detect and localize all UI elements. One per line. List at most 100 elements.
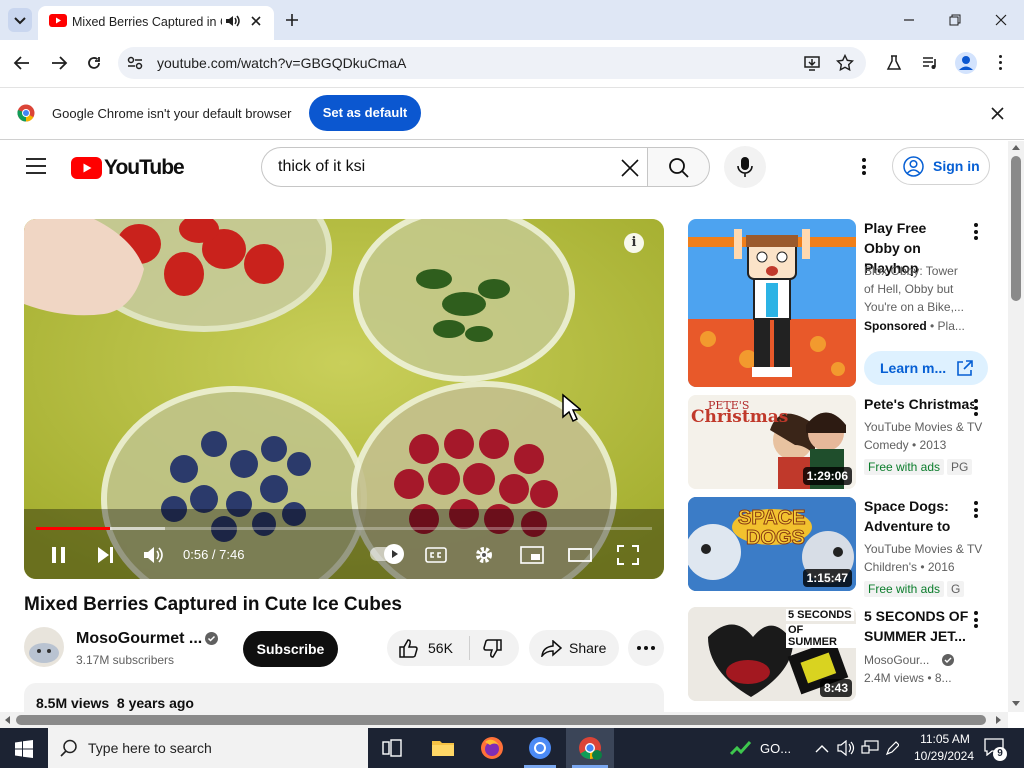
- set-as-default-button[interactable]: Set as default: [309, 95, 421, 131]
- clear-search-icon[interactable]: [620, 158, 640, 178]
- minimize-icon[interactable]: [902, 13, 916, 27]
- forward-icon[interactable]: [50, 55, 68, 71]
- taskbar-search-box[interactable]: Type here to search: [48, 728, 368, 768]
- url-text[interactable]: youtube.com/watch?v=GBGQDkuCmaA: [157, 55, 406, 71]
- rating-badge: PG: [947, 459, 973, 475]
- close-window-icon[interactable]: [994, 13, 1008, 27]
- clock-time[interactable]: 11:05 AM: [914, 732, 976, 746]
- learn-more-button[interactable]: Learn m...: [864, 351, 988, 385]
- chrome-profile-taskbar-button[interactable]: [566, 728, 614, 768]
- task-view-icon[interactable]: [382, 738, 402, 758]
- sidebar-item-title[interactable]: 5 SECONDS OF SUMMER JET...: [864, 606, 970, 646]
- notification-center-button[interactable]: 9: [984, 738, 1007, 761]
- reload-icon[interactable]: [86, 55, 102, 71]
- file-explorer-icon[interactable]: [431, 738, 455, 758]
- youtube-logo[interactable]: YouTube: [71, 156, 185, 180]
- vertical-scrollbar[interactable]: [1008, 141, 1024, 712]
- thumbnail-title-line2: DOGS: [746, 527, 806, 550]
- sign-in-label: Sign in: [933, 158, 980, 174]
- scroll-right-icon[interactable]: [996, 716, 1002, 724]
- pen-icon[interactable]: [885, 740, 899, 756]
- free-with-ads-badge: Free with ads: [864, 459, 945, 475]
- pause-icon[interactable]: [50, 545, 68, 565]
- subscribe-button[interactable]: Subscribe: [243, 631, 338, 667]
- notification-count: 9: [993, 747, 1007, 761]
- sign-in-button[interactable]: Sign in: [892, 147, 990, 185]
- chrome-menu-icon[interactable]: [999, 55, 1003, 70]
- search-icon: [60, 739, 77, 757]
- sidebar-item-menu-icon[interactable]: [974, 501, 978, 521]
- external-link-icon: [957, 360, 973, 376]
- sidebar-item-menu-icon[interactable]: [974, 611, 978, 631]
- new-tab-icon[interactable]: [284, 12, 300, 28]
- search-button[interactable]: [647, 147, 710, 187]
- voice-search-button[interactable]: [724, 146, 766, 188]
- show-hidden-icons-icon[interactable]: [815, 742, 829, 754]
- sidebar-item-thumbnail[interactable]: PETE'S Christmas 1:29:06: [688, 395, 856, 489]
- chrome-profile-taskbar-icon: [579, 737, 602, 760]
- tray-widget-label[interactable]: GO...: [760, 741, 791, 756]
- restore-icon[interactable]: [948, 13, 962, 27]
- site-info-icon[interactable]: [126, 55, 144, 71]
- settings-gear-icon[interactable]: [473, 544, 495, 566]
- share-button[interactable]: Share: [529, 630, 619, 666]
- channel-avatar[interactable]: [24, 627, 64, 667]
- horizontal-scrollbar-thumb[interactable]: [16, 715, 986, 725]
- miniplayer-icon[interactable]: [520, 545, 544, 565]
- firefox-icon[interactable]: [480, 736, 504, 760]
- sidebar-item-thumbnail[interactable]: 5 SECONDS OF SUMMER 8:43: [688, 607, 856, 701]
- more-actions-button[interactable]: [628, 630, 664, 666]
- network-icon[interactable]: [861, 740, 879, 756]
- channel-name[interactable]: MosoGourmet ...: [76, 630, 202, 648]
- vertical-scrollbar-thumb[interactable]: [1011, 156, 1021, 301]
- volume-icon[interactable]: [142, 545, 164, 565]
- progress-bar[interactable]: [36, 527, 652, 530]
- search-input[interactable]: thick of it ksi: [261, 147, 648, 187]
- media-controls-icon[interactable]: [921, 54, 939, 72]
- browser-tab[interactable]: Mixed Berries Captured in Cute Ice Cubes…: [38, 6, 274, 40]
- clock-date[interactable]: 10/29/2024: [910, 749, 978, 763]
- settings-kebab-icon[interactable]: [862, 158, 866, 175]
- chrome-taskbar-button[interactable]: [516, 728, 564, 768]
- labs-flask-icon[interactable]: [886, 54, 902, 72]
- back-icon[interactable]: [13, 55, 31, 71]
- audio-playing-icon[interactable]: [224, 13, 240, 29]
- theater-mode-icon[interactable]: [568, 545, 592, 565]
- windows-start-icon[interactable]: [15, 740, 33, 758]
- speaker-icon[interactable]: [837, 740, 855, 756]
- subscriber-count: 3.17M subscribers: [76, 653, 175, 667]
- autoplay-toggle[interactable]: [370, 544, 404, 564]
- sidebar-item-menu-icon[interactable]: [974, 223, 978, 243]
- video-info-icon[interactable]: i: [624, 233, 644, 253]
- like-button[interactable]: 56K: [387, 630, 469, 666]
- video-player[interactable]: i 0:56 / 7:46: [24, 219, 664, 579]
- sidebar-item-title[interactable]: Space Dogs: Adventure to the...: [864, 496, 982, 536]
- close-tab-icon[interactable]: [248, 13, 264, 29]
- hamburger-menu-icon[interactable]: [26, 157, 46, 175]
- video-title: Mixed Berries Captured in Cute Ice Cubes: [24, 594, 402, 615]
- scroll-left-icon[interactable]: [4, 716, 10, 724]
- sponsored-label: Sponsored: [864, 319, 927, 333]
- description-box[interactable]: 8.5M views 8 years ago: [24, 683, 664, 713]
- sidebar-item-menu-icon[interactable]: [974, 399, 978, 419]
- stock-chart-icon[interactable]: [730, 740, 754, 756]
- install-app-icon[interactable]: [803, 54, 821, 72]
- sidebar-item-thumbnail[interactable]: SPACE DOGS 1:15:47: [688, 497, 856, 591]
- next-video-icon[interactable]: [96, 545, 116, 565]
- profile-avatar[interactable]: [955, 52, 977, 74]
- sponsored-line: Sponsored • Pla...: [864, 317, 965, 335]
- youtube-wordmark: YouTube: [104, 156, 185, 179]
- bookmark-star-icon[interactable]: [836, 54, 854, 72]
- horizontal-scrollbar[interactable]: [0, 712, 1008, 728]
- dislike-button[interactable]: [470, 630, 519, 666]
- sidebar-item-title[interactable]: Pete's Christmas: [864, 394, 974, 414]
- close-infobar-icon[interactable]: [991, 107, 1004, 120]
- fullscreen-icon[interactable]: [617, 545, 639, 565]
- scroll-up-icon[interactable]: [1012, 144, 1020, 150]
- sidebar-ad-thumbnail[interactable]: [688, 219, 856, 387]
- tab-search-button[interactable]: [8, 8, 32, 32]
- captions-icon[interactable]: [425, 545, 447, 565]
- thumbs-down-icon: [483, 639, 502, 658]
- scroll-down-icon[interactable]: [1012, 701, 1020, 707]
- youtube-favicon-icon: [49, 14, 67, 27]
